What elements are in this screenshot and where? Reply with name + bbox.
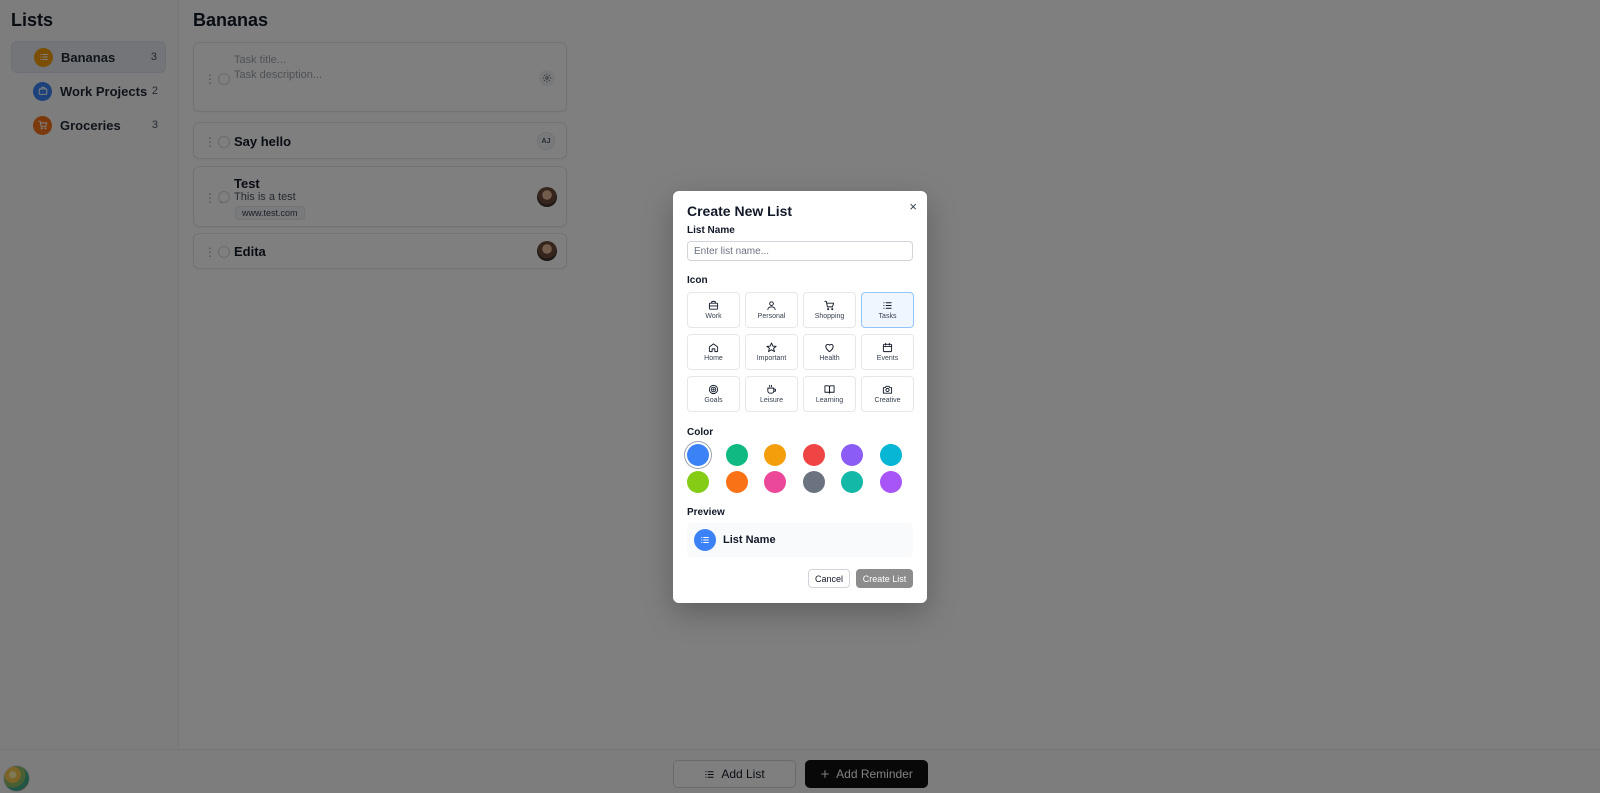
icon-option-creative[interactable]: Creative [861, 376, 914, 412]
heart-icon [825, 343, 834, 353]
preview-section-label: Preview [687, 507, 725, 518]
coffee-icon [767, 384, 777, 394]
icon-option-label: Personal [757, 313, 786, 320]
icon-option-label: Important [756, 355, 787, 362]
icon-option-important[interactable]: Important [745, 334, 798, 370]
dialog-title: Create New List [687, 203, 793, 219]
cart-icon [824, 300, 835, 311]
color-swatch[interactable] [879, 471, 902, 493]
icon-option-learning[interactable]: Learning [803, 376, 856, 412]
icon-option-label: Home [704, 355, 723, 362]
color-swatch[interactable] [802, 444, 825, 466]
icon-option-home[interactable]: Home [687, 334, 740, 370]
color-swatch[interactable] [764, 444, 786, 466]
create-list-dialog: Create New List × List Name Icon Work Pe… [673, 191, 927, 603]
icon-section-label: Icon [687, 275, 708, 286]
user-icon [767, 301, 776, 311]
preview-list-name: List Name [723, 534, 776, 546]
camera-icon [882, 385, 893, 394]
color-swatch[interactable] [879, 444, 902, 466]
icon-option-label: Work [705, 313, 722, 320]
icon-option-label: Leisure [760, 397, 783, 404]
icon-option-work[interactable]: Work [687, 292, 740, 328]
icon-option-label: Health [819, 355, 840, 362]
target-icon [708, 384, 719, 395]
star-icon [766, 342, 777, 353]
color-swatch[interactable] [764, 471, 786, 493]
icon-option-label: Learning [815, 397, 844, 404]
color-picker [687, 444, 913, 493]
close-icon[interactable]: × [909, 199, 917, 214]
list-icon [883, 302, 892, 309]
list-name-label: List Name [687, 225, 735, 236]
color-swatch[interactable] [725, 471, 748, 493]
icon-option-health[interactable]: Health [803, 334, 856, 370]
color-swatch[interactable] [841, 444, 863, 466]
icon-option-label: Shopping [814, 313, 845, 320]
icon-option-label: Goals [704, 397, 723, 404]
list-name-input[interactable] [687, 241, 913, 261]
list-preview: List Name [687, 523, 913, 557]
home-icon [708, 343, 719, 353]
list-icon [694, 529, 716, 551]
icon-option-leisure[interactable]: Leisure [745, 376, 798, 412]
color-swatch[interactable] [725, 444, 748, 466]
icon-option-goals[interactable]: Goals [687, 376, 740, 412]
icon-option-label: Tasks [878, 313, 897, 320]
color-section-label: Color [687, 427, 714, 438]
color-swatch[interactable] [687, 444, 709, 466]
icon-option-shopping[interactable]: Shopping [803, 292, 856, 328]
color-swatch[interactable] [802, 471, 825, 493]
icon-picker: Work Personal Shopping Tasks Home Import… [687, 292, 914, 412]
icon-option-label: Events [876, 355, 899, 362]
cancel-button[interactable]: Cancel [808, 569, 850, 588]
icon-option-label: Creative [874, 397, 901, 404]
color-swatch[interactable] [687, 471, 709, 493]
icon-option-events[interactable]: Events [861, 334, 914, 370]
calendar-icon [882, 342, 893, 353]
icon-option-personal[interactable]: Personal [745, 292, 798, 328]
book-icon [824, 385, 835, 394]
icon-option-tasks[interactable]: Tasks [861, 292, 914, 328]
create-list-button[interactable]: Create List [856, 569, 913, 588]
color-swatch[interactable] [841, 471, 863, 493]
briefcase-icon [708, 300, 719, 310]
